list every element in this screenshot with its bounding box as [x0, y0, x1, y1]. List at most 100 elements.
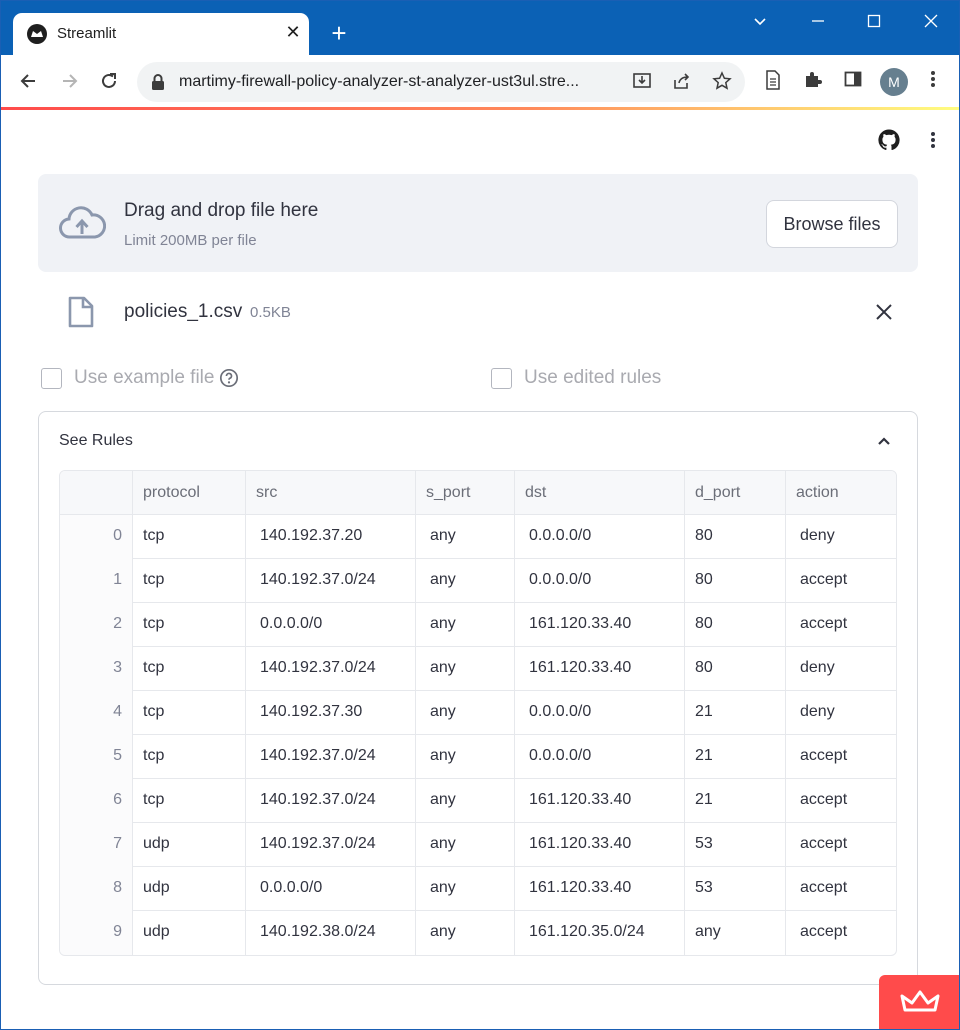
cell-d-port[interactable]: 21 [685, 735, 786, 779]
use-example-file-label[interactable]: Use example file [74, 367, 214, 389]
table-row[interactable]: 0 tcp 140.192.37.20 any 0.0.0.0/0 80 deny [60, 515, 896, 559]
header-d-port[interactable]: d_port [685, 471, 786, 515]
app-menu-icon[interactable] [923, 128, 943, 152]
streamlit-badge[interactable] [879, 975, 959, 1029]
cell-action[interactable]: accept [786, 735, 896, 779]
back-icon[interactable] [15, 67, 43, 95]
row-index[interactable]: 8 [60, 867, 133, 911]
cell-action[interactable]: deny [786, 691, 896, 735]
row-index[interactable]: 3 [60, 647, 133, 691]
cell-protocol[interactable]: tcp [133, 735, 246, 779]
cell-action[interactable]: accept [786, 603, 896, 647]
table-row[interactable]: 8 udp 0.0.0.0/0 any 161.120.33.40 53 accept [60, 867, 896, 911]
cell-protocol[interactable]: tcp [133, 647, 246, 691]
table-row[interactable]: 4 tcp 140.192.37.30 any 0.0.0.0/0 21 deny [60, 691, 896, 735]
cell-src[interactable]: 0.0.0.0/0 [246, 603, 416, 647]
cell-dst[interactable]: 161.120.33.40 [515, 647, 685, 691]
table-row[interactable]: 9 udp 140.192.38.0/24 any 161.120.35.0/24 any… [60, 911, 896, 955]
header-action[interactable]: action [786, 471, 896, 515]
row-index[interactable]: 4 [60, 691, 133, 735]
forward-icon[interactable] [55, 67, 83, 95]
row-index[interactable]: 1 [60, 559, 133, 603]
cell-action[interactable]: accept [786, 911, 896, 955]
file-uploader-dropzone[interactable]: Drag and drop file here Limit 200MB per … [38, 174, 918, 272]
cell-s-port[interactable]: any [416, 867, 515, 911]
cell-protocol[interactable]: tcp [133, 515, 246, 559]
cell-src[interactable]: 140.192.38.0/24 [246, 911, 416, 955]
cell-s-port[interactable]: any [416, 823, 515, 867]
browser-tab[interactable]: Streamlit ✕ [13, 13, 309, 55]
header-s-port[interactable]: s_port [416, 471, 515, 515]
cell-src[interactable]: 0.0.0.0/0 [246, 867, 416, 911]
tab-search-chevron-icon[interactable] [748, 9, 772, 33]
cell-d-port[interactable]: 21 [685, 779, 786, 823]
row-index[interactable]: 5 [60, 735, 133, 779]
table-row[interactable]: 3 tcp 140.192.37.0/24 any 161.120.33.40 80 den… [60, 647, 896, 691]
cell-action[interactable]: accept [786, 559, 896, 603]
url-text[interactable]: martimy-firewall-policy-analyzer-st-anal… [179, 73, 619, 91]
cell-dst[interactable]: 161.120.33.40 [515, 867, 685, 911]
table-row[interactable]: 7 udp 140.192.37.0/24 any 161.120.33.40 53 acc… [60, 823, 896, 867]
maximize-icon[interactable] [862, 9, 886, 33]
help-icon[interactable] [219, 368, 239, 388]
cell-action[interactable]: accept [786, 823, 896, 867]
share-icon[interactable] [671, 71, 693, 93]
header-dst[interactable]: dst [515, 471, 685, 515]
cell-s-port[interactable]: any [416, 911, 515, 955]
use-edited-rules-option[interactable]: Use edited rules [491, 367, 691, 391]
cell-s-port[interactable]: any [416, 735, 515, 779]
extensions-icon[interactable] [801, 69, 825, 93]
side-panel-icon[interactable] [841, 69, 865, 93]
install-app-icon[interactable] [631, 71, 653, 93]
header-index[interactable] [60, 471, 133, 515]
cell-protocol[interactable]: udp [133, 911, 246, 955]
table-row[interactable]: 5 tcp 140.192.37.0/24 any 0.0.0.0/0 21 accept [60, 735, 896, 779]
cell-src[interactable]: 140.192.37.0/24 [246, 823, 416, 867]
cell-protocol[interactable]: tcp [133, 603, 246, 647]
lock-icon[interactable] [149, 73, 167, 91]
cell-d-port[interactable]: 80 [685, 515, 786, 559]
cell-protocol[interactable]: tcp [133, 691, 246, 735]
browser-menu-icon[interactable] [921, 69, 945, 93]
cell-dst[interactable]: 0.0.0.0/0 [515, 515, 685, 559]
cell-src[interactable]: 140.192.37.30 [246, 691, 416, 735]
cell-protocol[interactable]: udp [133, 867, 246, 911]
cell-action[interactable]: accept [786, 867, 896, 911]
expander-title[interactable]: See Rules [59, 432, 133, 450]
cell-s-port[interactable]: any [416, 691, 515, 735]
cell-protocol[interactable]: udp [133, 823, 246, 867]
reader-mode-icon[interactable] [761, 69, 785, 93]
cell-src[interactable]: 140.192.37.20 [246, 515, 416, 559]
cell-d-port[interactable]: 53 [685, 823, 786, 867]
row-index[interactable]: 7 [60, 823, 133, 867]
use-example-file-checkbox[interactable] [41, 368, 62, 389]
cell-d-port[interactable]: 53 [685, 867, 786, 911]
cell-src[interactable]: 140.192.37.0/24 [246, 779, 416, 823]
cell-action[interactable]: deny [786, 647, 896, 691]
cell-s-port[interactable]: any [416, 515, 515, 559]
close-window-icon[interactable] [919, 9, 943, 33]
cell-d-port[interactable]: any [685, 911, 786, 955]
cell-dst[interactable]: 161.120.33.40 [515, 603, 685, 647]
use-edited-rules-label[interactable]: Use edited rules [524, 367, 661, 389]
cell-protocol[interactable]: tcp [133, 559, 246, 603]
cell-d-port[interactable]: 80 [685, 559, 786, 603]
cell-s-port[interactable]: any [416, 603, 515, 647]
cell-d-port[interactable]: 80 [685, 647, 786, 691]
remove-file-icon[interactable] [872, 300, 896, 324]
row-index[interactable]: 0 [60, 515, 133, 559]
minimize-icon[interactable] [806, 9, 830, 33]
new-tab-icon[interactable]: + [327, 20, 351, 46]
use-example-file-option[interactable]: Use example file [41, 367, 261, 391]
cell-src[interactable]: 140.192.37.0/24 [246, 559, 416, 603]
rules-dataframe[interactable]: protocol src s_port dst d_port action 0t… [59, 470, 897, 956]
cell-protocol[interactable]: tcp [133, 779, 246, 823]
table-row[interactable]: 1 tcp 140.192.37.0/24 any 0.0.0.0/0 80 accept [60, 559, 896, 603]
cell-dst[interactable]: 161.120.33.40 [515, 779, 685, 823]
table-row[interactable]: 6 tcp 140.192.37.0/24 any 161.120.33.40 21 acc… [60, 779, 896, 823]
cell-d-port[interactable]: 21 [685, 691, 786, 735]
cell-dst[interactable]: 0.0.0.0/0 [515, 735, 685, 779]
tab-close-icon[interactable]: ✕ [283, 22, 303, 42]
browse-files-button[interactable]: Browse files [766, 200, 898, 248]
table-row[interactable]: 2 tcp 0.0.0.0/0 any 161.120.33.40 80 accept [60, 603, 896, 647]
